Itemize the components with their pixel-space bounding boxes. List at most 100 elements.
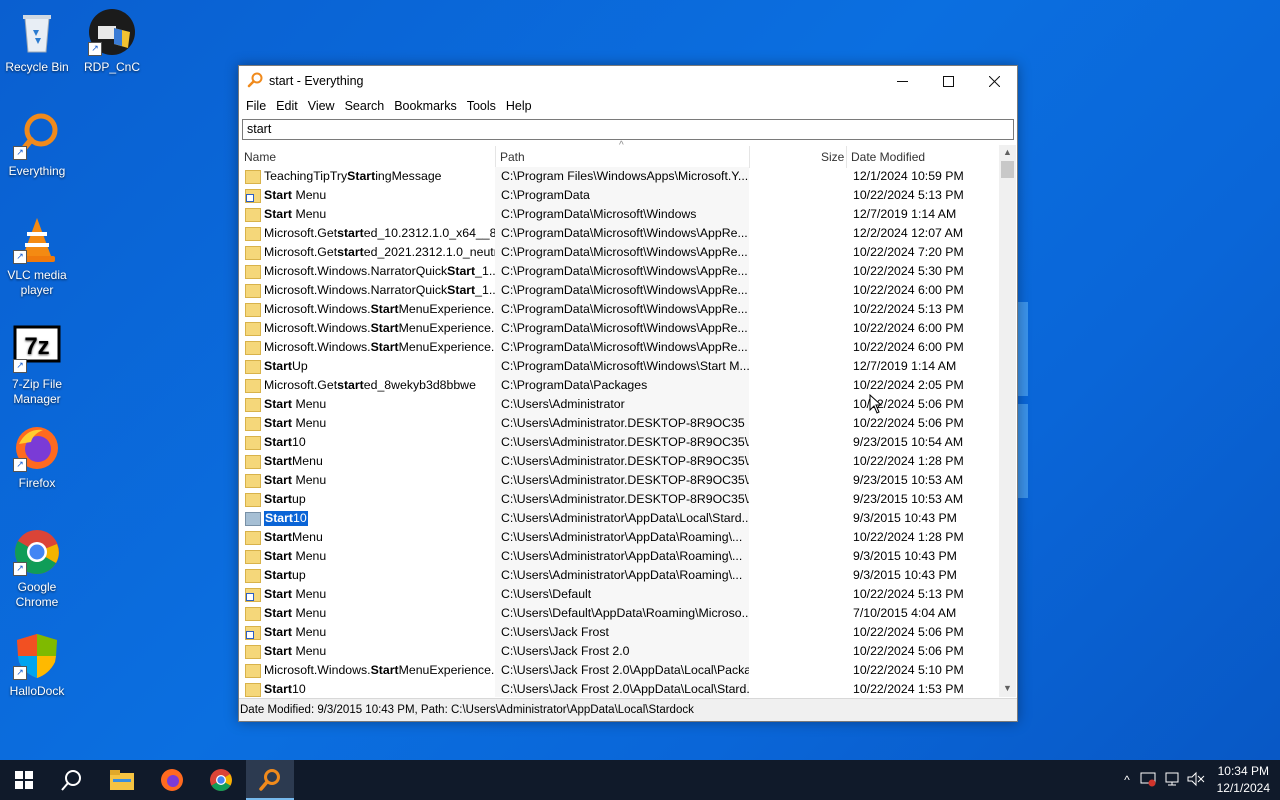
table-row[interactable]: TeachingTipTryStartingMessage C:\Program … — [239, 167, 999, 186]
table-row[interactable]: Start Menu C:\Users\Administrator 10/22/20… — [239, 395, 999, 414]
file-name-match: Start — [447, 283, 476, 297]
table-row[interactable]: Microsoft.Windows.StartMenuExperience...… — [239, 319, 999, 338]
column-header-name[interactable]: Name — [244, 150, 276, 164]
column-header-path[interactable]: Path — [500, 150, 525, 164]
table-row[interactable]: Microsoft.Windows.StartMenuExperience...… — [239, 338, 999, 357]
file-name-suffix: Menu — [292, 530, 323, 544]
table-row[interactable]: Start Menu C:\Users\Administrator.DESKTOP… — [239, 471, 999, 490]
file-name-match: Start — [264, 568, 293, 582]
scrollbar-thumb[interactable] — [1001, 161, 1014, 178]
table-row[interactable]: StartUp C:\ProgramData\Microsoft\Windows\… — [239, 357, 999, 376]
table-row[interactable]: Startup C:\Users\Administrator\AppData\Ro… — [239, 566, 999, 585]
scroll-up-icon[interactable]: ▲ — [999, 147, 1016, 157]
file-name-prefix: Microsoft.Windows. — [264, 340, 371, 354]
table-row[interactable]: Start Menu C:\Users\Jack Frost 2.0 10/22/2… — [239, 642, 999, 661]
file-name: Startup — [264, 568, 306, 583]
table-row[interactable]: StartMenu C:\Users\Administrator\AppData\… — [239, 528, 999, 547]
file-name-prefix: Microsoft.Get — [264, 378, 338, 392]
menu-help[interactable]: Help — [501, 99, 537, 113]
table-row[interactable]: Start Menu C:\Users\Administrator\AppData… — [239, 547, 999, 566]
name-cell: Microsoft.Windows.NarratorQuickStart_1..… — [245, 264, 495, 279]
vlc-icon: ↗ — [13, 216, 61, 264]
path-cell: C:\Users\Administrator.DESKTOP-8R9OC35\A… — [495, 433, 749, 452]
file-name-suffix: 10 — [292, 435, 306, 449]
file-name-suffix: ed_10.2312.1.0_x64__8w... — [363, 226, 495, 240]
table-row[interactable]: Start Menu C:\Users\Default\AppData\Roami… — [239, 604, 999, 623]
taskbar-file-explorer[interactable] — [98, 760, 146, 800]
desktop-icon-chrome[interactable]: ↗ Google Chrome — [0, 528, 74, 610]
table-row[interactable]: Microsoft.Windows.StartMenuExperience...… — [239, 300, 999, 319]
desktop-icon-everything[interactable]: ↗ Everything — [0, 112, 74, 179]
maximize-button[interactable] — [925, 66, 971, 96]
column-header-size[interactable]: Size — [821, 150, 844, 164]
file-name-prefix: Microsoft.Windows. — [264, 302, 371, 316]
table-row[interactable]: Microsoft.Windows.StartMenuExperience...… — [239, 661, 999, 680]
table-row[interactable]: Start Menu C:\ProgramData\Microsoft\Windo… — [239, 205, 999, 224]
table-row[interactable]: Start10 C:\Users\Administrator\AppData\Lo… — [239, 509, 999, 528]
taskbar-clock[interactable]: 10:34 PM 12/1/2024 — [1217, 763, 1270, 797]
folder-icon — [245, 549, 261, 564]
table-row[interactable]: Startup C:\Users\Administrator.DESKTOP-8R… — [239, 490, 999, 509]
table-row[interactable]: Start10 C:\Users\Jack Frost 2.0\AppData\L… — [239, 680, 999, 697]
taskbar-search-button[interactable] — [48, 760, 96, 800]
show-hidden-icons-icon[interactable]: ^ — [1118, 773, 1136, 787]
file-name: Microsoft.Getstarted_10.2312.1.0_x64__8w… — [264, 226, 495, 241]
file-name-suffix: 10 — [293, 511, 307, 525]
menu-view[interactable]: View — [303, 99, 340, 113]
file-name-match: Start — [264, 606, 293, 620]
file-name-suffix: Menu — [292, 644, 327, 658]
table-row[interactable]: Start10 C:\Users\Administrator.DESKTOP-8R… — [239, 433, 999, 452]
path-cell: C:\Users\Administrator — [495, 395, 749, 414]
table-row[interactable]: Microsoft.Windows.NarratorQuickStart_1..… — [239, 262, 999, 281]
taskbar-everything[interactable] — [246, 760, 294, 800]
desktop-icon-recycle-bin[interactable]: Recycle Bin — [0, 8, 74, 75]
close-button[interactable] — [971, 66, 1017, 96]
taskbar-chrome[interactable] — [197, 760, 245, 800]
name-cell: StartMenu — [245, 454, 495, 469]
desktop-icon-rdp-cnc[interactable]: ↗ RDP_CnC — [75, 8, 149, 75]
name-cell: Start Menu — [245, 587, 495, 602]
table-row[interactable]: Start Menu C:\ProgramData 10/22/2024 5:13 … — [239, 186, 999, 205]
column-header-date[interactable]: Date Modified — [851, 150, 925, 164]
menu-edit[interactable]: Edit — [271, 99, 303, 113]
name-cell: Microsoft.Getstarted_10.2312.1.0_x64__8w… — [245, 226, 495, 241]
table-row[interactable]: Start Menu C:\Users\Default 10/22/2024 5:1… — [239, 585, 999, 604]
date-cell: 10/22/2024 2:05 PM — [853, 378, 964, 392]
table-row[interactable]: Microsoft.Getstarted_10.2312.1.0_x64__8w… — [239, 224, 999, 243]
taskbar-firefox[interactable] — [148, 760, 196, 800]
folder-icon — [245, 226, 261, 241]
file-name: Microsoft.Windows.StartMenuExperience... — [264, 321, 495, 336]
table-row[interactable]: Microsoft.Getstarted_2021.2312.1.0_neutr… — [239, 243, 999, 262]
firefox-icon: ↗ — [13, 424, 61, 472]
desktop-icon-7zip[interactable]: 7z ↗ 7-Zip File Manager — [0, 325, 74, 407]
path-cell: C:\ProgramData — [495, 186, 749, 205]
date-cell: 9/23/2015 10:53 AM — [853, 492, 964, 506]
menu-search[interactable]: Search — [340, 99, 390, 113]
file-name-match: Start — [265, 511, 294, 525]
folder-icon — [245, 397, 261, 412]
desktop-icon-vlc[interactable]: ↗ VLC media player — [0, 216, 74, 298]
menu-bookmarks[interactable]: Bookmarks — [389, 99, 462, 113]
table-row[interactable]: StartMenu C:\Users\Administrator.DESKTOP-… — [239, 452, 999, 471]
desktop-icon-firefox[interactable]: ↗ Firefox — [0, 424, 74, 491]
table-row[interactable]: Start Menu C:\Users\Administrator.DESKTOP… — [239, 414, 999, 433]
folder-shortcut-icon — [245, 587, 261, 602]
scroll-down-icon[interactable]: ▼ — [999, 683, 1016, 693]
folder-icon — [245, 682, 261, 697]
network-icon[interactable] — [1160, 771, 1184, 790]
table-row[interactable]: Start Menu C:\Users\Jack Frost 10/22/2024 … — [239, 623, 999, 642]
minimize-button[interactable] — [879, 66, 925, 96]
title-bar[interactable]: start - Everything — [239, 66, 1017, 96]
defender-icon[interactable] — [1136, 771, 1160, 790]
table-row[interactable]: Microsoft.Getstarted_8wekyb3d8bbwe C:\Pro… — [239, 376, 999, 395]
desktop-icon-hallodock[interactable]: ↗ HalloDock — [0, 632, 74, 699]
file-name: Microsoft.Windows.StartMenuExperience... — [264, 340, 495, 355]
search-input[interactable]: start — [242, 119, 1014, 140]
vertical-scrollbar[interactable]: ▲ ▼ — [999, 145, 1016, 697]
menu-file[interactable]: File — [241, 99, 271, 113]
menu-tools[interactable]: Tools — [462, 99, 501, 113]
start-button[interactable] — [0, 760, 48, 800]
file-name: Start10 — [264, 682, 306, 697]
table-row[interactable]: Microsoft.Windows.NarratorQuickStart_1..… — [239, 281, 999, 300]
volume-muted-icon[interactable] — [1184, 771, 1208, 790]
